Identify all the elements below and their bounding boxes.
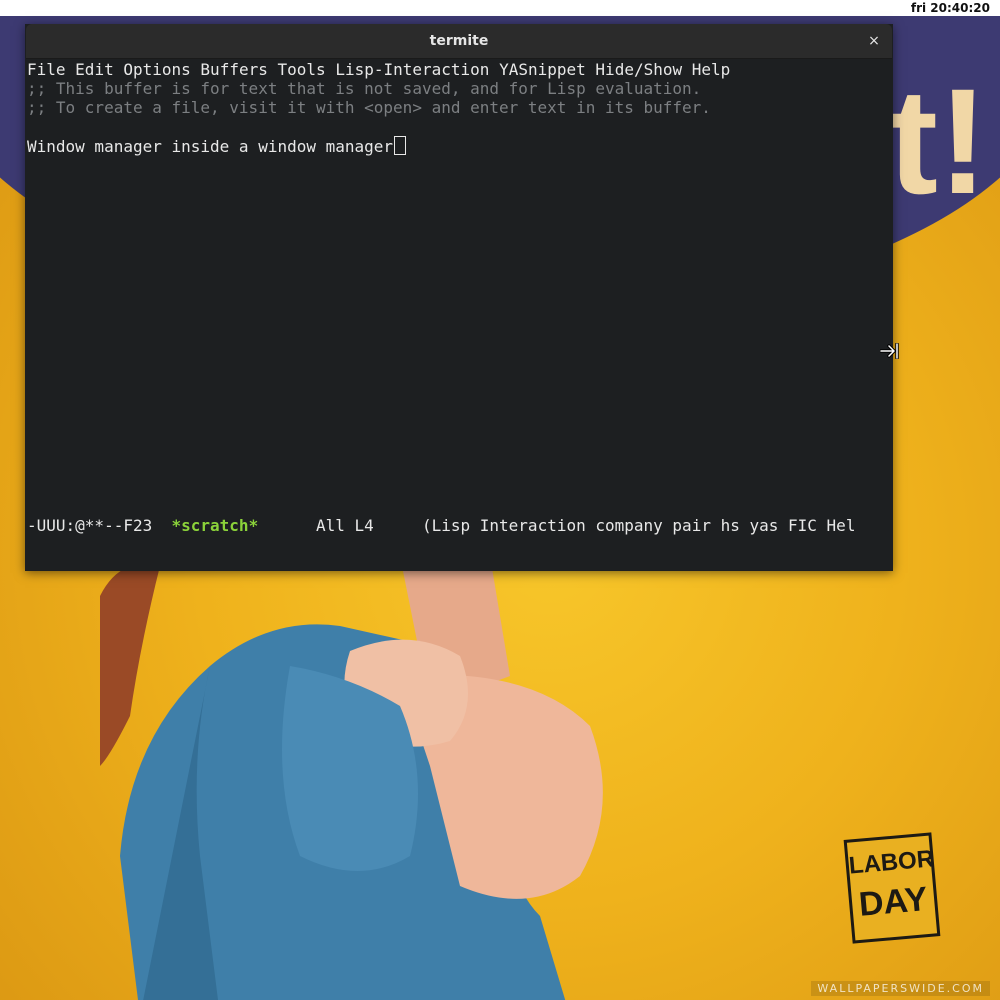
top-panel: fri 20:40:20: [0, 0, 1000, 16]
window-titlebar[interactable]: termite ×: [26, 24, 892, 59]
mode-line-modes[interactable]: (Lisp Interaction company pair hs yas FI…: [422, 516, 855, 535]
menu-help[interactable]: Help: [692, 60, 731, 79]
menu-buffers[interactable]: Buffers: [200, 60, 267, 79]
mode-line-status: -UUU:@**--F23: [27, 516, 172, 535]
buffer-text: Window manager inside a window manager: [27, 137, 394, 156]
terminal-window[interactable]: termite × File Edit Options Buffers Tool…: [25, 24, 893, 571]
labor-day-badge: LABOR DAY: [843, 832, 941, 944]
wallpaper-watermark: WALLPAPERSWIDE.COM: [811, 981, 990, 996]
menu-file[interactable]: File: [27, 60, 66, 79]
text-cursor: [394, 136, 407, 155]
emacs-mode-line: -UUU:@**--F23 *scratch* All L4 (Lisp Int…: [27, 516, 889, 535]
window-title: termite: [429, 33, 489, 49]
menu-options[interactable]: Options: [123, 60, 190, 79]
emacs-menu-bar: File Edit Options Buffers Tools Lisp-Int…: [27, 60, 730, 79]
emacs-frame[interactable]: File Edit Options Buffers Tools Lisp-Int…: [27, 60, 889, 568]
badge-line-2: DAY: [857, 880, 930, 924]
menu-lisp-interaction[interactable]: Lisp-Interaction: [335, 60, 489, 79]
mode-line-buffer-name[interactable]: *scratch*: [172, 516, 259, 535]
menu-yasnippet[interactable]: YASnippet: [499, 60, 586, 79]
badge-line-1: LABOR: [847, 845, 936, 880]
resize-right-cursor-icon: [880, 343, 899, 359]
wallpaper-figure-illustration: [100, 556, 603, 1000]
wallpaper-slogan: t!: [888, 57, 988, 225]
menu-edit[interactable]: Edit: [75, 60, 114, 79]
scratch-comment-line: ;; This buffer is for text that is not s…: [27, 79, 702, 98]
mode-line-position: All L4: [258, 516, 422, 535]
buffer-text-line[interactable]: Window manager inside a window manager: [27, 136, 407, 156]
clock: fri 20:40:20: [910, 1, 990, 15]
menu-tools[interactable]: Tools: [278, 60, 326, 79]
close-icon[interactable]: ×: [864, 31, 884, 51]
scratch-comment-line: ;; To create a file, visit it with <open…: [27, 98, 711, 117]
menu-hide-show[interactable]: Hide/Show: [595, 60, 682, 79]
